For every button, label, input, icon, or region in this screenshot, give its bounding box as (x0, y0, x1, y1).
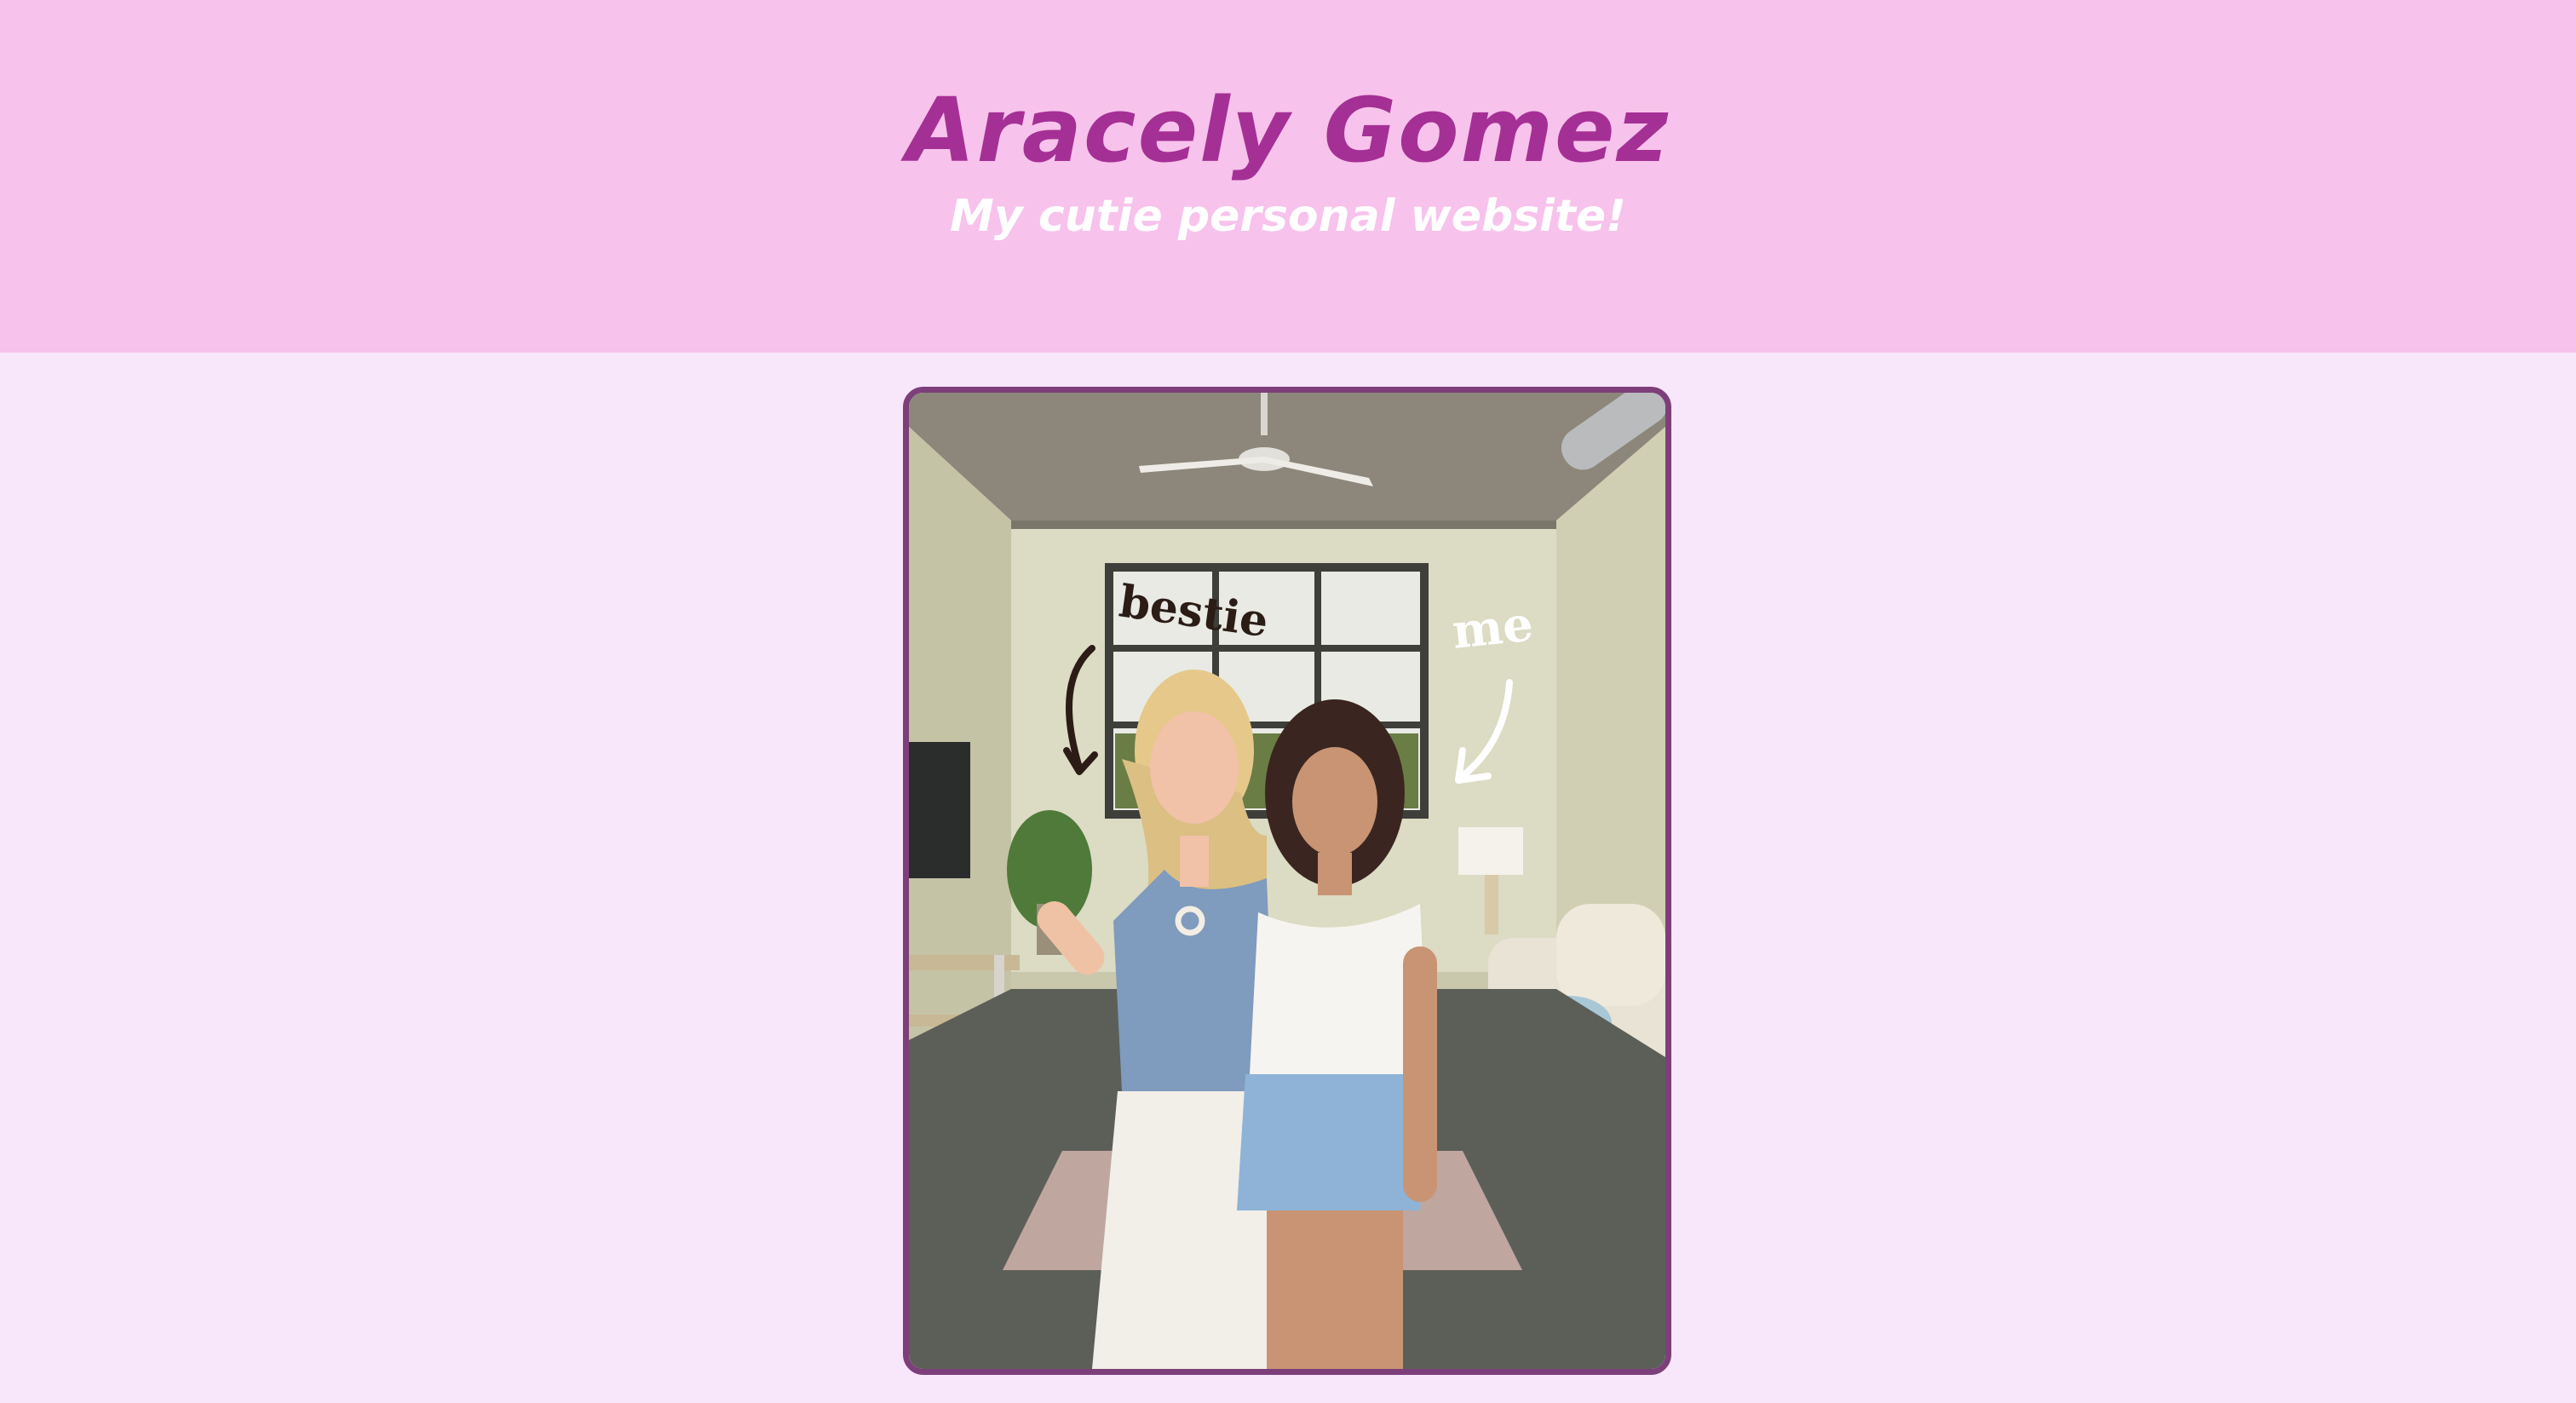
photo-illustration: bestie me (909, 393, 1665, 1369)
profile-photo: bestie me (903, 387, 1671, 1375)
me-label: me (1450, 595, 1536, 660)
site-header: Aracely Gomez My cutie personal website! (0, 0, 2576, 353)
site-subtitle: My cutie personal website! (950, 191, 1626, 242)
site-title: Aracely Gomez (906, 78, 1670, 182)
main-content: bestie me (0, 353, 2576, 1403)
